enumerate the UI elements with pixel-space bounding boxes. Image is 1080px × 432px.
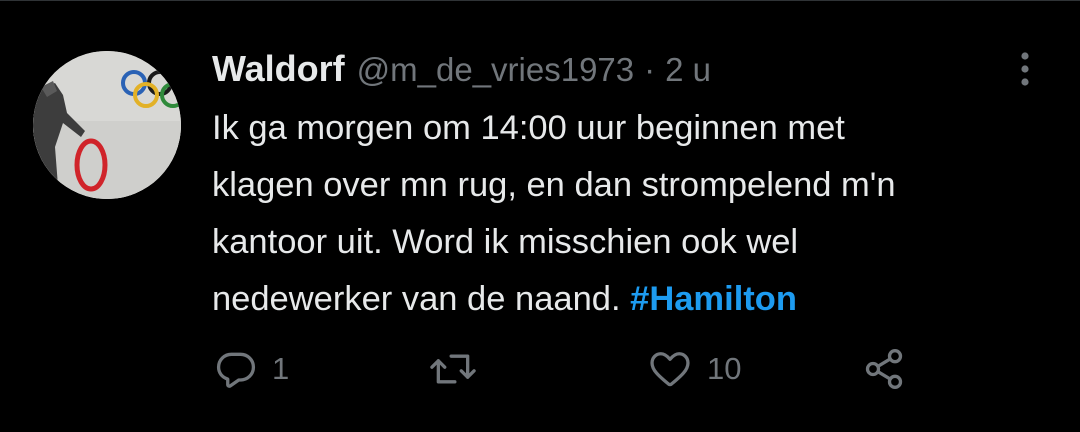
share-button[interactable] bbox=[860, 341, 908, 397]
separator-dot: · bbox=[644, 51, 656, 88]
avatar-image bbox=[33, 51, 181, 199]
heart-icon bbox=[650, 352, 690, 387]
retweet-button[interactable] bbox=[428, 341, 478, 397]
tweet-header: Waldorf @m_de_vries1973 · 2 u bbox=[212, 41, 1012, 97]
timestamp[interactable]: 2 u bbox=[665, 42, 711, 98]
user-handle[interactable]: @m_de_vries1973 bbox=[357, 42, 635, 98]
tweet-text-line: kantoor uit. Word ik misschien ook wel bbox=[212, 223, 799, 261]
tweet-text-line: Ik ga morgen om 14:00 uur beginnen met bbox=[212, 109, 845, 147]
tweet[interactable]: Waldorf @m_de_vries1973 · 2 u Ik ga morg… bbox=[0, 0, 1080, 432]
tweet-text: Ik ga morgen om 14:00 uur beginnen met k… bbox=[212, 100, 1012, 328]
tweet-text-last-line: nedewerker van de naand. #Hamilton bbox=[212, 271, 1012, 328]
reply-icon bbox=[216, 352, 256, 388]
action-bar: 1 10 bbox=[0, 341, 1080, 397]
like-count: 10 bbox=[707, 351, 742, 386]
tweet-content: Waldorf @m_de_vries1973 · 2 u Ik ga morg… bbox=[212, 41, 1012, 328]
display-name[interactable]: Waldorf bbox=[212, 41, 345, 97]
like-button[interactable]: 10 bbox=[647, 341, 741, 397]
tweet-text-line: nedewerker van de naand. bbox=[212, 280, 621, 318]
reply-count: 1 bbox=[272, 351, 290, 386]
avatar[interactable] bbox=[33, 51, 181, 199]
share-icon bbox=[865, 349, 903, 389]
tweet-text-line: klagen over mn rug, en dan strompelend m… bbox=[212, 166, 896, 204]
reply-button[interactable]: 1 bbox=[214, 341, 289, 397]
more-options-button[interactable] bbox=[1013, 50, 1037, 88]
hashtag-link[interactable]: #Hamilton bbox=[630, 280, 797, 318]
more-vertical-icon bbox=[1021, 52, 1029, 86]
retweet-icon bbox=[430, 354, 476, 384]
